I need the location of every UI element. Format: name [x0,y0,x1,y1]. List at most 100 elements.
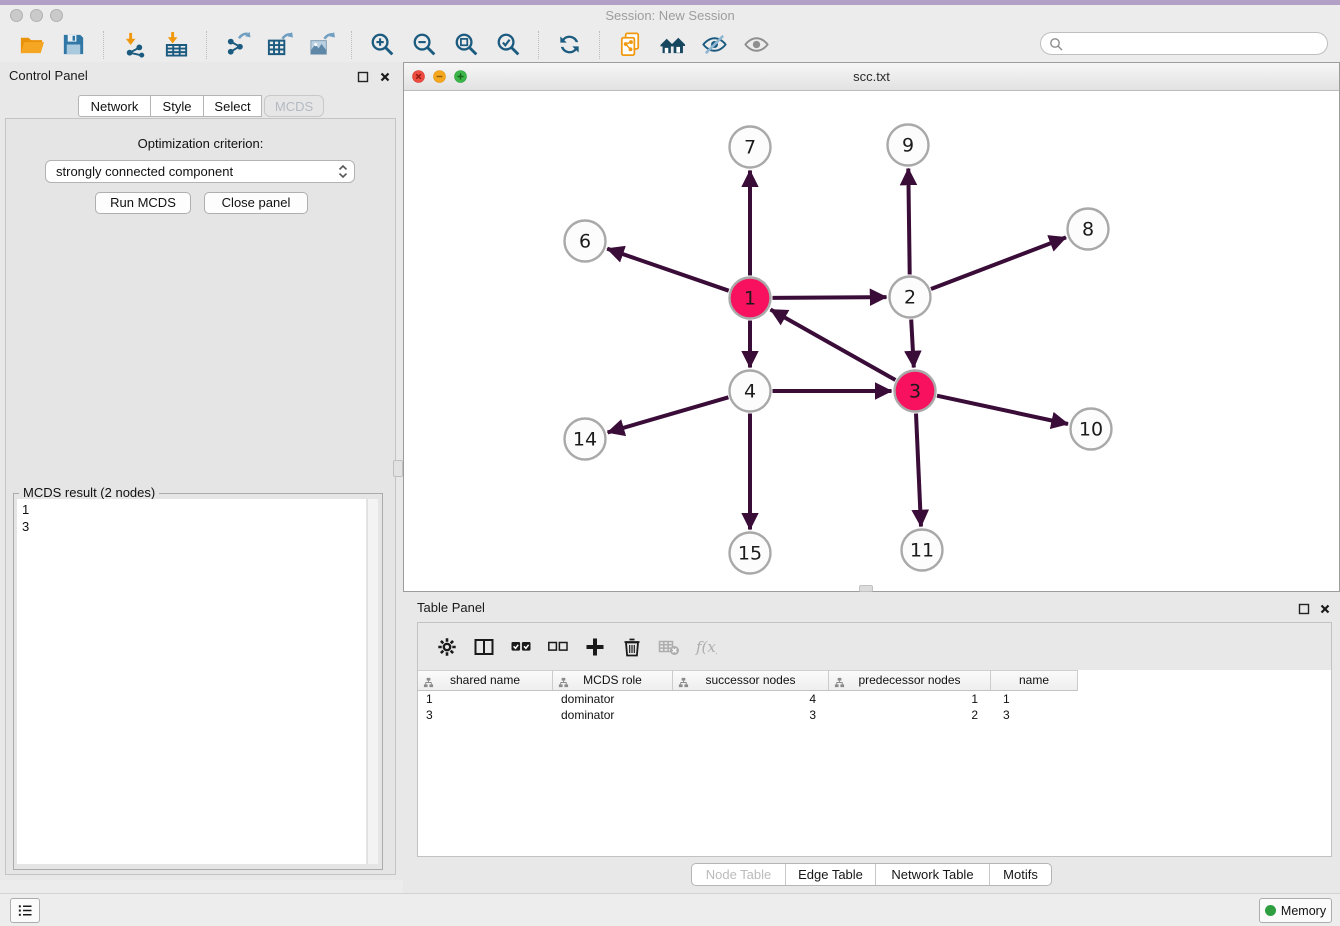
search-input[interactable] [1068,36,1319,51]
delete-table-icon [657,635,681,659]
tab-motifs[interactable]: Motifs [989,864,1051,885]
table-row[interactable]: 1dominator411 [418,691,1331,707]
graph-edge-4-14[interactable] [608,397,729,432]
cell-name: 1 [991,691,1078,707]
show-columns-icon[interactable] [472,635,496,659]
svg-text:14: 14 [573,429,597,451]
cell-mcds-role: dominator [553,707,673,723]
new-column-icon[interactable] [583,635,607,659]
table-settings-icon[interactable] [435,635,459,659]
graph-edge-3-1[interactable] [771,310,896,381]
network-from-selection-icon[interactable] [615,30,645,60]
deselect-all-icon[interactable] [546,635,570,659]
run-mcds-button[interactable]: Run MCDS [95,192,191,214]
hide-graphics-details-icon[interactable] [699,30,729,60]
tab-select[interactable]: Select [203,95,262,117]
combo-chevrons-icon [336,163,350,180]
mcds-result-item: 3 [22,518,361,535]
control-panel: Control Panel NetworkStyleSelectMCDS Opt… [0,62,403,880]
export-table-icon[interactable] [264,30,294,60]
toolbar-separator [206,31,207,59]
tab-network[interactable]: Network [78,95,151,117]
graph-node-15[interactable]: 15 [730,533,771,574]
refresh-layout-icon[interactable] [554,30,584,60]
tab-network-table[interactable]: Network Table [875,864,989,885]
graph-node-4[interactable]: 4 [730,371,771,412]
optimization-criterion-select[interactable]: strongly connected component [45,160,355,183]
memory-button[interactable]: Memory [1259,898,1332,923]
graph-node-9[interactable]: 9 [888,125,929,166]
graph-edge-3-10[interactable] [937,396,1068,424]
zoom-out-icon[interactable] [409,30,439,60]
export-image-icon[interactable] [306,30,336,60]
delete-column-icon[interactable] [620,635,644,659]
show-panels-button[interactable] [10,898,40,923]
close-panel-button[interactable]: Close panel [204,192,308,214]
svg-text:6: 6 [579,231,591,253]
result-scrollbar[interactable] [367,499,378,864]
import-table-icon[interactable] [161,30,191,60]
column-header-name[interactable]: name [991,670,1078,691]
cell-name: 3 [991,707,1078,723]
column-label: shared name [450,673,520,687]
graph-node-10[interactable]: 10 [1071,409,1112,450]
graph-node-6[interactable]: 6 [565,221,606,262]
graph-node-3[interactable]: 3 [895,371,936,412]
tab-mcds[interactable]: MCDS [264,95,324,117]
graph-edge-3-11[interactable] [916,414,921,527]
tab-node-table[interactable]: Node Table [692,864,785,885]
column-header-mcds-role[interactable]: MCDS role [553,670,673,691]
graph-edge-2-3[interactable] [911,320,914,368]
save-session-icon[interactable] [58,30,88,60]
table-panel: Table Panel f(x) shared nameMCDS rolesuc… [403,592,1340,893]
graph-edge-1-6[interactable] [607,249,729,291]
graph-edge-2-8[interactable] [931,237,1066,289]
zoom-in-icon[interactable] [367,30,397,60]
column-header-successor-nodes[interactable]: successor nodes [673,670,829,691]
graph-node-14[interactable]: 14 [565,419,606,460]
svg-text:9: 9 [902,135,914,157]
criterion-value: strongly connected component [56,164,336,179]
horizontal-splitter-handle[interactable] [859,585,873,592]
svg-text:3: 3 [909,381,921,403]
table-tabs: Node TableEdge TableNetwork TableMotifs [691,863,1052,886]
table-toolbar: f(x) [418,623,1331,670]
float-panel-icon[interactable] [356,70,370,84]
zoom-selected-icon[interactable] [493,30,523,60]
graph-node-8[interactable]: 8 [1068,209,1109,250]
memory-status-icon [1265,905,1276,916]
zoom-fit-icon[interactable] [451,30,481,60]
node-table-frame: f(x) shared name MCDS role successor nodes… [417,622,1332,857]
graph-edge-1-2[interactable] [773,297,887,298]
graph-node-1[interactable]: 1 [730,278,771,319]
export-network-icon[interactable] [222,30,252,60]
graph-node-7[interactable]: 7 [730,127,771,168]
close-table-panel-icon[interactable] [1318,602,1332,616]
svg-text:8: 8 [1082,219,1094,241]
table-row[interactable]: 3dominator323 [418,707,1331,723]
graph-node-11[interactable]: 11 [902,530,943,571]
column-header-shared-name[interactable]: shared name [418,670,553,691]
select-all-icon[interactable] [509,635,533,659]
network-canvas[interactable]: 7 9 6 8 1 2 4 3 14 10 15 11 [404,91,1339,592]
vertical-splitter-handle[interactable] [393,460,403,477]
graph-edge-2-9[interactable] [908,169,909,275]
tab-style[interactable]: Style [150,95,204,117]
import-network-icon[interactable] [119,30,149,60]
open-session-icon[interactable] [16,30,46,60]
tab-edge-table[interactable]: Edge Table [785,864,875,885]
mcds-result-list[interactable]: 13 [17,499,366,864]
search-box[interactable] [1040,32,1328,55]
mcds-result-item: 1 [22,501,361,518]
main-toolbar [0,27,1340,62]
column-label: name [1019,673,1049,687]
column-label: MCDS role [583,673,642,687]
float-table-panel-icon[interactable] [1297,602,1311,616]
show-graphics-details-icon[interactable] [741,30,771,60]
first-neighbors-icon[interactable] [657,30,687,60]
svg-text:11: 11 [910,540,934,562]
graph-node-2[interactable]: 2 [890,277,931,318]
close-panel-icon[interactable] [378,70,392,84]
column-label: successor nodes [705,673,795,687]
column-header-predecessor-nodes[interactable]: predecessor nodes [829,670,991,691]
